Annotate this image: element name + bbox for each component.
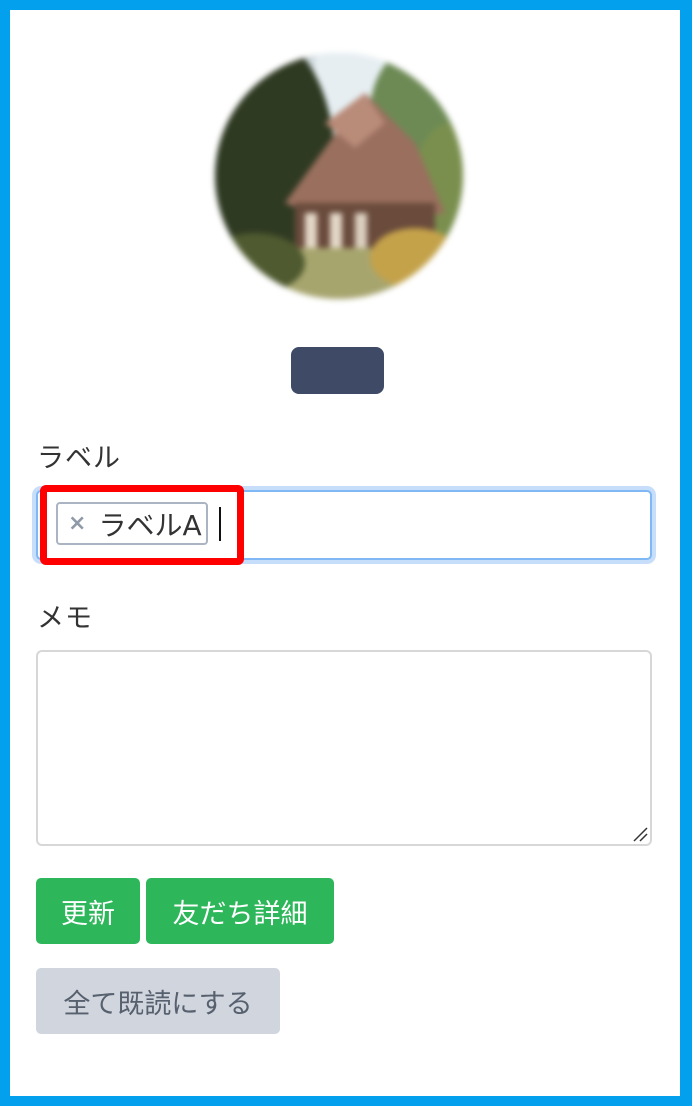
profile-avatar — [215, 53, 463, 299]
label-field-heading: ラベル — [37, 443, 121, 474]
label-tag-chip: × ラベルA — [56, 502, 208, 545]
label-tag-text: ラベルA — [98, 508, 202, 542]
profile-name-badge — [291, 347, 384, 394]
text-cursor — [219, 507, 221, 541]
update-button[interactable]: 更新 — [36, 878, 140, 944]
mark-all-read-button[interactable]: 全て既読にする — [36, 968, 280, 1034]
resize-handle-icon[interactable] — [632, 826, 648, 842]
friend-detail-button[interactable]: 友だち詳細 — [146, 878, 334, 944]
memo-field-heading: メモ — [37, 603, 93, 634]
memo-textarea[interactable] — [36, 650, 652, 846]
close-icon[interactable]: × — [68, 511, 86, 536]
label-tag-input[interactable]: × ラベルA — [36, 490, 652, 560]
